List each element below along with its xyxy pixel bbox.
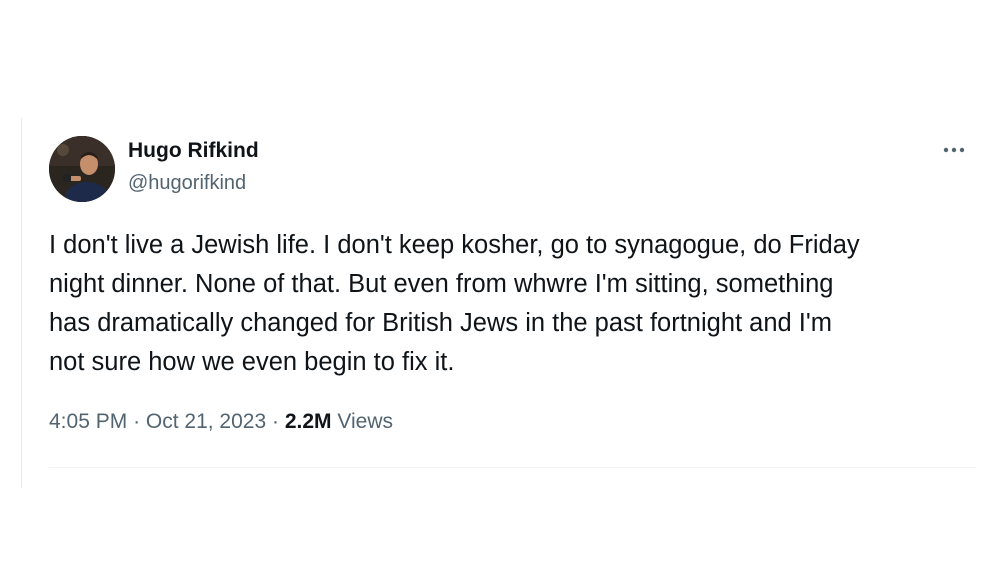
- tweet-text: I don't live a Jewish life. I don't keep…: [49, 231, 860, 376]
- views-count: 2.2M: [284, 410, 332, 433]
- author-name[interactable]: Hugo Rifkind: [128, 139, 259, 163]
- more-options-button[interactable]: [936, 138, 972, 162]
- tweet-date[interactable]: Oct 21, 2023: [146, 410, 266, 433]
- divider: [49, 467, 976, 468]
- tweet-time[interactable]: 4:05 PM: [49, 410, 127, 433]
- author-avatar[interactable]: [49, 136, 115, 202]
- author-handle[interactable]: @hugorifkind: [128, 172, 246, 195]
- page: Hugo Rifkind @hugorifkind I don't live a…: [0, 0, 1000, 563]
- separator: ·: [272, 410, 279, 433]
- tweet-card: Hugo Rifkind @hugorifkind I don't live a…: [21, 118, 976, 488]
- views-label: Views: [337, 410, 394, 433]
- more-horizontal-icon: [942, 146, 966, 154]
- separator: ·: [133, 410, 141, 433]
- tweet-metadata: 4:05 PM · Oct 21, 2023 · 2.2M Views: [49, 410, 393, 434]
